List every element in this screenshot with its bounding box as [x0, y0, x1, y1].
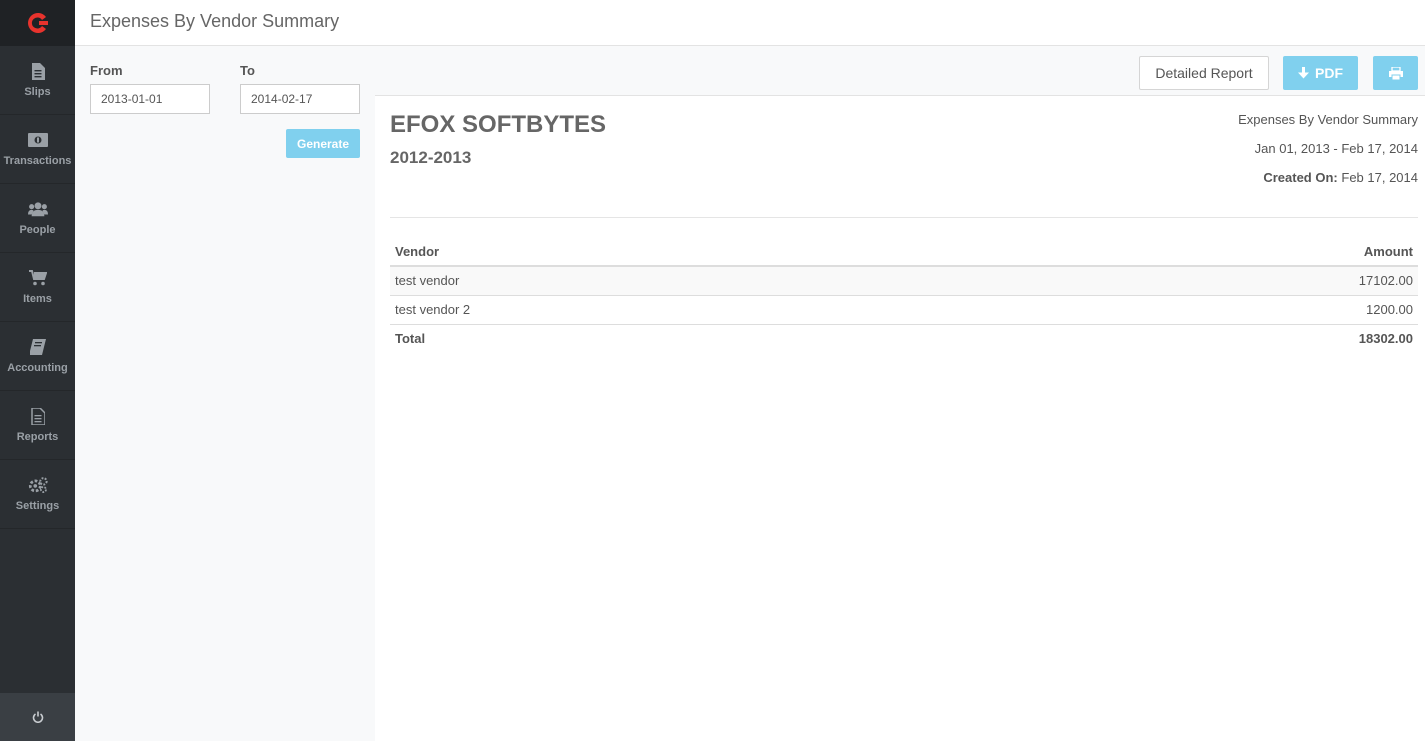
print-icon [1388, 66, 1403, 80]
to-date-input[interactable] [240, 84, 360, 114]
filter-panel: From To Generate [75, 46, 375, 741]
sidebar-item-people[interactable]: People [0, 184, 75, 253]
generate-button[interactable]: Generate [286, 129, 360, 158]
sidebar-item-label: Settings [15, 500, 60, 512]
book-icon [28, 338, 48, 356]
detailed-report-button[interactable]: Detailed Report [1139, 56, 1269, 90]
report-toolbar: Detailed Report PDF [375, 46, 1425, 96]
report-panel: EFOX SOFTBYTES 2012-2013 Expenses By Ven… [375, 96, 1425, 741]
pdf-download-button[interactable]: PDF [1283, 56, 1358, 90]
logo-icon [27, 13, 48, 33]
sidebar-item-label: People [19, 224, 56, 236]
sidebar-item-settings[interactable]: Settings [0, 460, 75, 529]
vendor-cell: test vendor 2 [390, 295, 976, 325]
amount-cell: 17102.00 [975, 266, 1418, 296]
total-label: Total [395, 331, 426, 347]
column-header-amount: Amount [975, 238, 1418, 267]
created-on-value: Feb 17, 2014 [1341, 170, 1418, 185]
fiscal-period: 2012-2013 [390, 148, 472, 167]
created-on-label: Created On: [1263, 170, 1338, 185]
sidebar-item-items[interactable]: Items [0, 253, 75, 322]
company-name: EFOX SOFTBYTES [390, 111, 607, 138]
sidebar-item-transactions[interactable]: Transactions [0, 115, 75, 184]
sidebar-item-slips[interactable]: Slips [0, 46, 75, 115]
created-on: Created On: Feb 17, 2014 [1263, 170, 1418, 185]
report-title: Expenses By Vendor Summary [1238, 112, 1418, 127]
pdf-label: PDF [1315, 65, 1343, 81]
report-date-range: Jan 01, 2013 - Feb 17, 2014 [1254, 141, 1418, 156]
amount-cell: 1200.00 [975, 295, 1418, 325]
print-button[interactable] [1373, 56, 1418, 90]
table-row: test vendor 17102.00 [390, 266, 1418, 296]
sidebar-item-label: Accounting [7, 362, 68, 374]
money-icon [27, 131, 48, 149]
from-label: From [90, 63, 123, 78]
vendor-cell: test vendor [390, 266, 976, 296]
sidebar-item-label: Transactions [3, 155, 72, 167]
total-row: Total 18302.00 [390, 324, 1418, 353]
users-icon [27, 200, 48, 218]
total-value: 18302.00 [1358, 331, 1413, 347]
app-logo[interactable] [0, 0, 75, 46]
logout-button[interactable] [0, 693, 75, 741]
from-date-input[interactable] [90, 84, 210, 114]
page-header: Expenses By Vendor Summary [75, 0, 1425, 46]
cart-icon [28, 269, 48, 287]
sidebar-item-label: Slips [24, 86, 51, 98]
sidebar-item-reports[interactable]: Reports [0, 391, 75, 460]
table-header-row: Vendor Amount [390, 238, 1418, 267]
arrow-down-icon [1298, 67, 1309, 79]
column-header-vendor: Vendor [390, 238, 976, 267]
page-title: Expenses By Vendor Summary [90, 11, 340, 31]
file-icon [28, 62, 48, 80]
sidebar-item-accounting[interactable]: Accounting [0, 322, 75, 391]
power-icon [32, 711, 43, 723]
sidebar: Slips Transactions People Items Accounti… [0, 0, 75, 741]
sidebar-item-label: Items [23, 293, 52, 305]
gears-icon [28, 476, 48, 494]
sidebar-item-label: Reports [16, 431, 59, 443]
vendor-table: Vendor Amount test vendor 17102.00 test … [390, 238, 1418, 353]
table-row: test vendor 2 1200.00 [390, 295, 1418, 325]
report-icon [28, 407, 48, 425]
divider [390, 217, 1418, 218]
to-label: To [240, 63, 255, 78]
